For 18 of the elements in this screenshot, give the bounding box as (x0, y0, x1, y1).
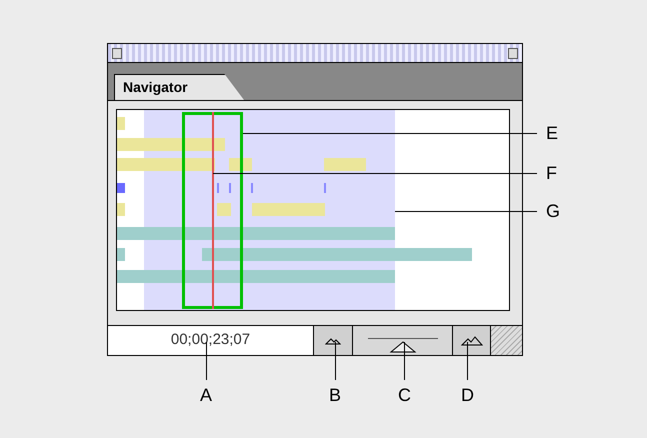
callout-label: D (461, 386, 474, 404)
zoom-out-button[interactable] (314, 326, 353, 355)
callout-label: G (546, 202, 560, 220)
callout-label: F (546, 164, 557, 182)
close-box-icon[interactable] (112, 48, 122, 58)
timecode-field[interactable]: 00;00;23;07 (108, 326, 314, 355)
mountains-icon (460, 336, 482, 346)
zoom-in-button[interactable] (453, 326, 491, 355)
view-area-frame[interactable] (182, 112, 243, 309)
mountain-icon (325, 336, 341, 344)
callout-label: B (329, 386, 342, 404)
slider-thumb-icon[interactable] (389, 341, 417, 353)
panel-tab[interactable]: Navigator (114, 74, 244, 100)
resize-grip-icon[interactable] (491, 326, 522, 355)
callout-label: E (546, 124, 558, 142)
zoom-box-icon[interactable] (508, 48, 518, 58)
callout-label: C (398, 386, 411, 404)
callout-label: A (200, 386, 212, 404)
